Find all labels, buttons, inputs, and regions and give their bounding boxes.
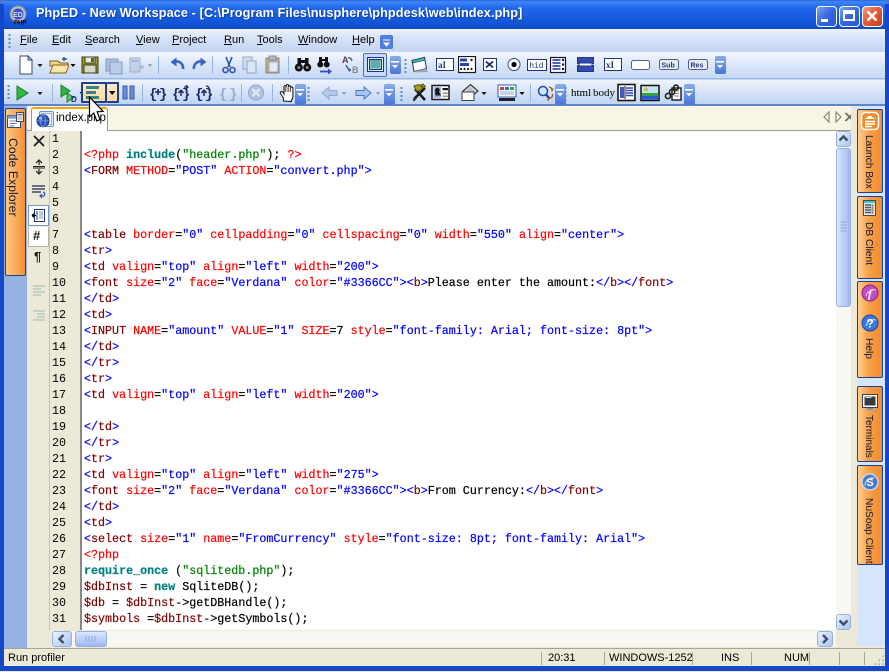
svg-text:S: S [866,477,873,489]
svg-text:}: } [159,87,167,103]
svg-text:PHP: PHP [14,21,26,26]
svg-text:xI: xI [606,60,615,70]
svg-text:?: ? [866,317,873,331]
svg-text:A: A [342,55,349,65]
svg-text:}: } [182,87,190,103]
svg-text:}: } [205,87,213,103]
svg-text:Sub: Sub [662,63,675,70]
svg-text:}: } [229,87,237,103]
svg-text:{: { [149,87,157,103]
svg-text:ED: ED [13,12,23,19]
svg-text:{: { [195,87,203,103]
svg-text:hid: hid [529,62,544,71]
svg-text:Res: Res [691,63,704,70]
svg-text:D: D [71,95,77,103]
svg-text:B: B [352,65,359,75]
svg-text:aI: aI [438,60,447,70]
svg-text:{: { [219,87,227,103]
svg-text:{: { [172,87,180,103]
